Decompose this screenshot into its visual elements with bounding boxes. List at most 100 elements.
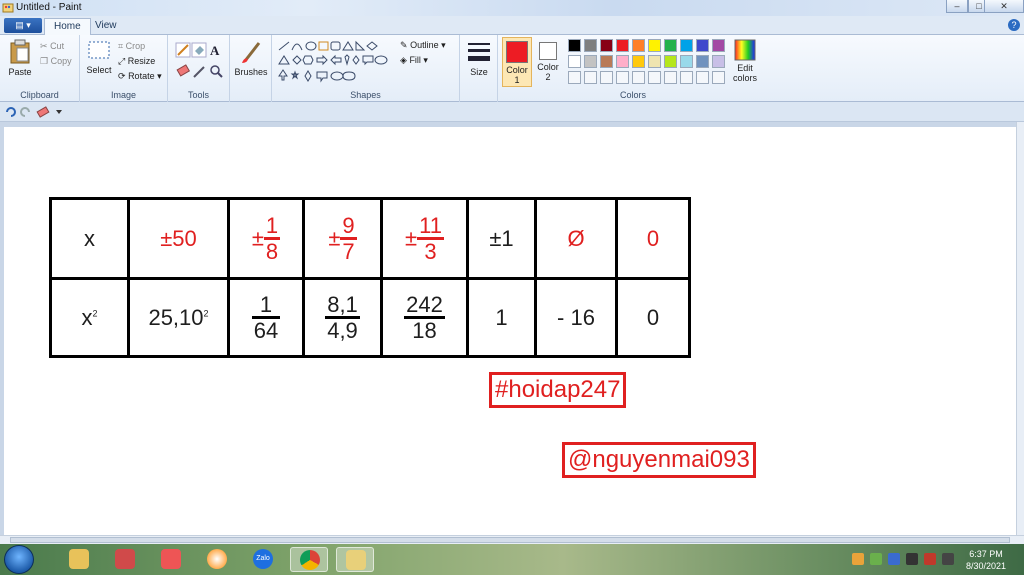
palette-color-swatch[interactable] — [568, 71, 581, 84]
text-tool-icon[interactable]: A — [210, 43, 220, 58]
image-group: Select ⌗ Crop ⤢ Resize ⟳ Rotate ▾ Image — [80, 35, 168, 102]
eraser-quick-icon[interactable] — [36, 106, 50, 118]
palette-color-swatch[interactable] — [584, 39, 597, 52]
palette-color-swatch[interactable] — [648, 39, 661, 52]
shapes-gallery[interactable] — [277, 40, 395, 84]
color2-button[interactable]: Color 2 — [534, 37, 562, 82]
fill-dropdown[interactable]: ◈ Fill ▾ — [400, 55, 428, 66]
pencil-icon[interactable] — [175, 42, 191, 58]
taskbar-zalo[interactable]: Zalo — [244, 547, 282, 572]
palette-color-swatch[interactable] — [712, 71, 725, 84]
taskbar-app[interactable] — [152, 547, 190, 572]
fill-bucket-icon[interactable] — [191, 42, 207, 58]
file-menu-button[interactable]: ▤ ▾ — [4, 18, 42, 33]
paste-button[interactable]: Paste — [4, 39, 36, 77]
palette-color-swatch[interactable] — [664, 55, 677, 68]
brushes-button[interactable]: Brushes — [234, 39, 268, 77]
help-icon[interactable]: ? — [1008, 19, 1020, 31]
bluetooth-icon[interactable] — [888, 553, 900, 565]
denominator: 18 — [404, 316, 445, 342]
horizontal-scroll-thumb[interactable] — [10, 537, 1010, 543]
palette-color-swatch[interactable] — [568, 39, 581, 52]
start-button[interactable] — [4, 545, 34, 574]
palette-color-swatch[interactable] — [696, 55, 709, 68]
chrome-icon — [300, 550, 320, 570]
palette-color-swatch[interactable] — [600, 71, 613, 84]
fraction: 97 — [340, 214, 357, 263]
select-button[interactable]: Select — [84, 39, 114, 75]
size-button[interactable]: Size — [464, 39, 494, 77]
copy-icon: ❐ — [40, 56, 49, 66]
palette-color-swatch[interactable] — [632, 39, 645, 52]
tab-home[interactable]: Home — [44, 18, 91, 36]
palette-color-swatch[interactable] — [568, 55, 581, 68]
drawing-canvas[interactable]: x ±50 ±1 8 ±9 7 ±11 3 ±1 Ø 0 x2 25,102 1 64 — [4, 127, 1016, 535]
palette-color-swatch[interactable] — [696, 71, 709, 84]
vertical-scrollbar[interactable] — [1016, 122, 1024, 535]
redo-icon[interactable] — [20, 107, 30, 117]
taskbar-chrome[interactable] — [290, 547, 328, 572]
cut-button[interactable]: ✂ Cut — [40, 41, 64, 52]
crop-button[interactable]: ⌗ Crop — [118, 41, 145, 52]
palette-color-swatch[interactable] — [632, 71, 645, 84]
palette-color-swatch[interactable] — [648, 55, 661, 68]
shapes-group-label: Shapes — [350, 90, 381, 100]
palette-color-swatch[interactable] — [616, 39, 629, 52]
numerator: 1 — [265, 212, 279, 238]
horizontal-scrollbar[interactable] — [0, 535, 1024, 544]
minimize-button[interactable]: – — [946, 0, 968, 13]
speaker-icon[interactable] — [852, 553, 864, 565]
size-group: Size — [460, 35, 498, 102]
table-row: x ±50 ±1 8 ±9 7 ±11 3 ±1 Ø 0 — [49, 197, 691, 280]
taskbar-app-2[interactable] — [198, 547, 236, 572]
rotate-button[interactable]: ⟳ Rotate ▾ — [118, 71, 162, 82]
taskbar-explorer[interactable] — [60, 547, 98, 572]
palette-color-swatch[interactable] — [632, 55, 645, 68]
monitor-icon[interactable] — [906, 553, 918, 565]
palette-color-swatch[interactable] — [584, 55, 597, 68]
numerator: 8,1 — [327, 291, 358, 317]
magnifier-icon[interactable] — [210, 65, 223, 78]
tools-group-label: Tools — [187, 90, 209, 100]
fill-label: Fill ▾ — [409, 55, 428, 65]
palette-color-swatch[interactable] — [712, 55, 725, 68]
undo-icon[interactable] — [6, 107, 16, 117]
palette-color-swatch[interactable] — [680, 39, 693, 52]
cell-fraction: 1 64 — [227, 277, 305, 358]
network-icon[interactable] — [870, 553, 882, 565]
clipboard-group-label: Clipboard — [20, 90, 59, 100]
cell-fraction: 242 18 — [380, 277, 469, 358]
color-picker-icon[interactable] — [193, 66, 205, 78]
resize-button[interactable]: ⤢ Resize — [118, 56, 155, 67]
zalo-icon: Zalo — [253, 549, 273, 569]
palette-color-swatch[interactable] — [696, 39, 709, 52]
flag-icon[interactable] — [942, 553, 954, 565]
color1-button[interactable]: Color 1 — [502, 37, 532, 87]
palette-color-swatch[interactable] — [584, 71, 597, 84]
palette-color-swatch[interactable] — [616, 55, 629, 68]
color-wheel-icon — [734, 39, 756, 61]
edit-colors-button[interactable]: Edit colors — [730, 39, 760, 83]
palette-color-swatch[interactable] — [664, 39, 677, 52]
palette-color-swatch[interactable] — [680, 71, 693, 84]
palette-color-swatch[interactable] — [648, 71, 661, 84]
cell-value: 1 — [466, 277, 537, 358]
copy-button[interactable]: ❐ Copy — [40, 56, 72, 67]
color1-label: Color — [506, 65, 528, 75]
system-clock[interactable]: 6:37 PM 8/30/2021 — [966, 548, 1006, 572]
palette-color-swatch[interactable] — [600, 39, 613, 52]
customize-qat-icon[interactable] — [56, 110, 62, 114]
eraser-icon[interactable] — [176, 64, 191, 77]
palette-color-swatch[interactable] — [616, 71, 629, 84]
taskbar-snipping[interactable] — [106, 547, 144, 572]
table-row: x2 25,102 1 64 8,1 4,9 242 18 1 - 16 0 — [49, 277, 691, 358]
palette-color-swatch[interactable] — [600, 55, 613, 68]
palette-color-swatch[interactable] — [664, 71, 677, 84]
outline-dropdown[interactable]: ✎ Outline ▾ — [400, 40, 446, 51]
palette-color-swatch[interactable] — [680, 55, 693, 68]
vietkey-icon[interactable] — [924, 553, 936, 565]
tab-view[interactable]: View — [86, 18, 126, 36]
palette-color-swatch[interactable] — [712, 39, 725, 52]
close-button[interactable]: ✕ — [984, 0, 1024, 13]
taskbar-paint[interactable] — [336, 547, 374, 572]
